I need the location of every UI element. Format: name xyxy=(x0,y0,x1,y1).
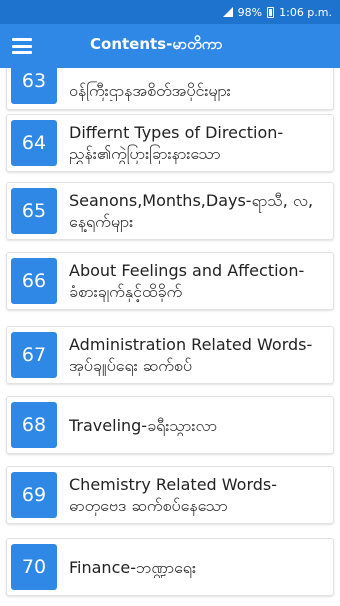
status-bar: 98% 1:06 p.m. xyxy=(0,0,340,24)
page-title: Contents-မာတိကာ xyxy=(90,35,223,53)
item-label: Administration Related Words-အုပ်ချုပ်ရေ… xyxy=(69,335,313,375)
list-item[interactable]: 68 Traveling-ခရီးသွားလာ xyxy=(6,396,334,454)
item-label: Seanons,Months,Days-ရာသီ, လ, နေ့ရက်များ xyxy=(69,191,314,231)
item-number: 64 xyxy=(11,120,57,166)
list-item[interactable]: 63 ဝန်ကြီးဌာနအစိတ်အပိုင်းများ xyxy=(6,68,334,110)
item-label: Finance-ဘဏ္ဍာရေး xyxy=(69,557,197,577)
item-label: About Feelings and Affection-ခံစားချက်နှ… xyxy=(69,261,305,301)
item-number: 67 xyxy=(11,332,57,378)
list-item[interactable]: 64 Differnt Types of Direction-ညွှန်း၏ကွ… xyxy=(6,114,334,172)
signal-icon xyxy=(222,7,233,17)
battery-icon xyxy=(267,6,275,18)
item-number: 63 xyxy=(11,68,57,104)
item-label: Differnt Types of Direction-ညွှန်း၏ကွဲပြ… xyxy=(69,123,284,163)
contents-list[interactable]: 63 ဝန်ကြီးဌာနအစိတ်အပိုင်းများ 64 Differn… xyxy=(0,68,340,606)
item-label: Chemistry Related Words-ဓာတုဗေဒ ဆက်စပ်နေ… xyxy=(69,475,278,515)
clock: 1:06 p.m. xyxy=(279,5,332,19)
item-number: 68 xyxy=(11,402,57,448)
list-item[interactable]: 66 About Feelings and Affection-ခံစားချက… xyxy=(6,252,334,310)
list-item[interactable]: 65 Seanons,Months,Days-ရာသီ, လ, နေ့ရက်မျ… xyxy=(6,182,334,240)
item-label: ဝန်ကြီးဌာနအစိတ်အပိုင်းများ xyxy=(69,80,231,100)
item-number: 70 xyxy=(11,544,57,590)
battery-percent: 98% xyxy=(237,5,263,19)
list-item[interactable]: 67 Administration Related Words-အုပ်ချုပ… xyxy=(6,326,334,384)
item-label: Traveling-ခရီးသွားလာ xyxy=(69,415,218,435)
menu-button[interactable] xyxy=(0,24,44,68)
list-item[interactable]: 69 Chemistry Related Words-ဓာတုဗေဒ ဆက်စပ… xyxy=(6,466,334,524)
hamburger-menu-icon xyxy=(12,38,32,54)
item-number: 65 xyxy=(11,188,57,234)
app-bar: Contents-မာတိကာ xyxy=(0,24,340,68)
item-number: 66 xyxy=(11,258,57,304)
item-number: 69 xyxy=(11,472,57,518)
list-item[interactable]: 70 Finance-ဘဏ္ဍာရေး xyxy=(6,538,334,596)
